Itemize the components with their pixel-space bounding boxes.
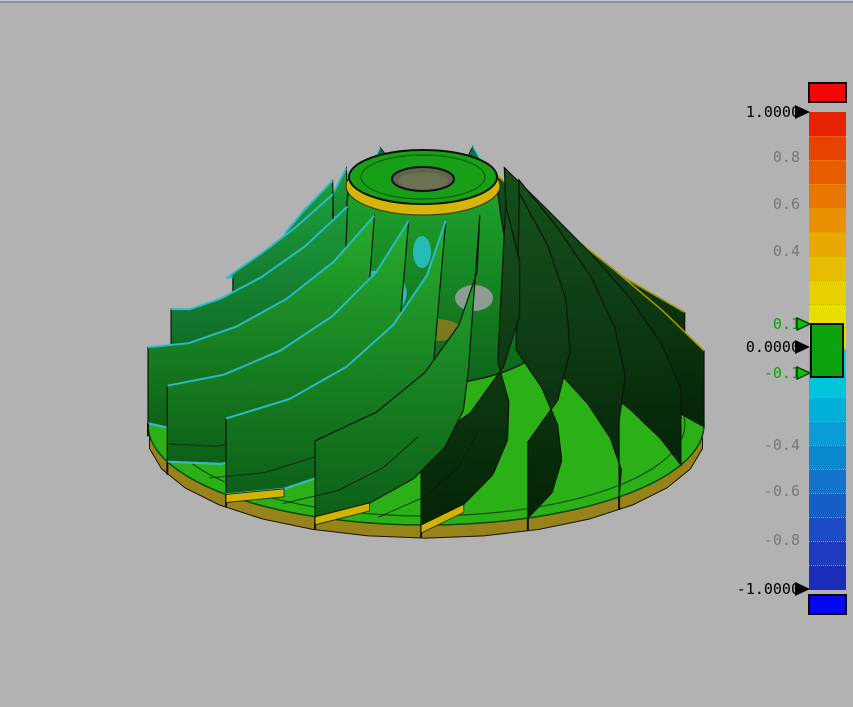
scale-bar-segment <box>809 280 846 304</box>
scale-label-zero: 0.0000 <box>648 339 800 355</box>
scale-bar-segment <box>809 565 846 590</box>
scale-bar-segment <box>809 232 846 256</box>
scale-marker-zero-icon[interactable] <box>795 340 810 354</box>
tolerance-marker-pos-icon[interactable] <box>796 317 811 331</box>
scale-label-0-6: 0.6 <box>648 196 800 212</box>
cad-viewport[interactable]: 1.0000 0.8 0.6 0.4 0.1 0.0000 -0.1 -0.4 … <box>0 0 853 707</box>
scale-label-neg-0-4: -0.4 <box>648 437 800 453</box>
scale-bar-segment <box>809 397 846 421</box>
scale-bar-segment <box>809 541 846 565</box>
scale-bar-segment <box>809 469 846 493</box>
scale-max-color-box[interactable] <box>808 82 847 103</box>
scale-bar-segment <box>809 517 846 541</box>
scale-bar-segment <box>809 184 846 208</box>
scale-bar-segment <box>809 421 846 445</box>
scale-label-neg-0-8: -0.8 <box>648 532 800 548</box>
scale-bar-segment <box>809 112 846 136</box>
tolerance-color-box[interactable] <box>810 323 844 378</box>
scale-label-max: 1.0000 <box>648 104 800 120</box>
scale-min-color-box[interactable] <box>808 594 847 615</box>
scale-bar-segment <box>809 445 846 469</box>
scale-bar-segment <box>809 493 846 517</box>
tolerance-marker-neg-icon[interactable] <box>796 366 811 380</box>
scale-label-0-4: 0.4 <box>648 243 800 259</box>
scale-label-neg-0-6: -0.6 <box>648 483 800 499</box>
scale-label-tol-neg: -0.1 <box>648 365 800 381</box>
scale-marker-min-icon[interactable] <box>795 582 810 596</box>
scale-bar-segment <box>809 160 846 184</box>
scale-bar-segment <box>809 136 846 160</box>
scale-marker-max-icon[interactable] <box>795 105 810 119</box>
scale-label-0-8: 0.8 <box>648 149 800 165</box>
scale-bar-segment <box>809 256 846 280</box>
scale-label-min: -1.0000 <box>648 581 800 597</box>
scale-bar-segment <box>809 208 846 232</box>
scale-label-tol-pos: 0.1 <box>648 316 800 332</box>
